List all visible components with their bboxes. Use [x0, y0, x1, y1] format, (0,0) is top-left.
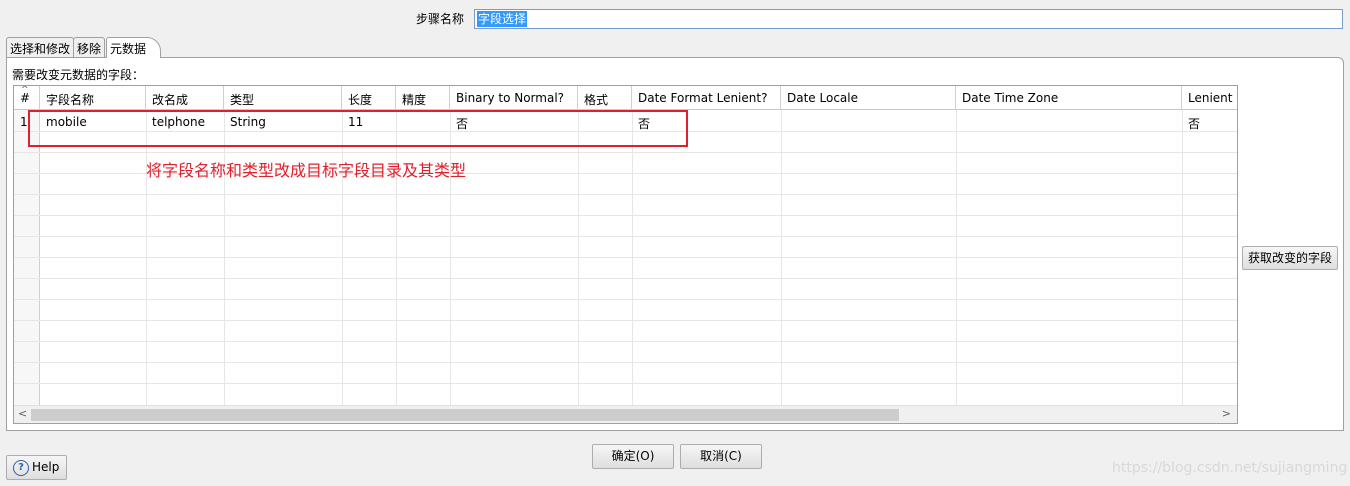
tab-remove[interactable]: 移除: [73, 37, 106, 57]
step-name-label: 步骤名称: [416, 12, 465, 26]
get-changed-fields-button[interactable]: 获取改变的字段: [1242, 246, 1338, 270]
cell-lenient2[interactable]: 否: [1188, 115, 1200, 132]
col-header-date-lenient[interactable]: Date Format Lenient?: [632, 86, 781, 110]
col-header-rename[interactable]: 改名成: [146, 86, 224, 110]
metadata-fields-label: 需要改变元数据的字段：: [12, 68, 145, 82]
col-header-lenient2[interactable]: Lenient r: [1182, 86, 1237, 110]
watermark: https://blog.csdn.net/sujiangming: [1112, 460, 1348, 476]
help-label: Help: [32, 460, 60, 474]
help-button[interactable]: ? Help: [6, 455, 67, 480]
col-header-precision[interactable]: 精度: [396, 86, 450, 110]
col-header-date-locale[interactable]: Date Locale: [781, 86, 956, 110]
sort-arrow-icon: ^: [21, 86, 29, 95]
col-header-type[interactable]: 类型: [224, 86, 342, 110]
horizontal-scrollbar[interactable]: < >: [14, 405, 1237, 423]
tab-select-modify[interactable]: 选择和修改: [6, 37, 75, 57]
annotation-highlight-box: [28, 110, 688, 147]
col-header-timezone[interactable]: Date Time Zone: [956, 86, 1182, 110]
scrollbar-thumb[interactable]: [31, 409, 899, 421]
step-name-value: 字段选择: [477, 11, 528, 27]
row-number: 1: [20, 115, 28, 129]
ok-button[interactable]: 确定(O): [592, 444, 674, 469]
col-header-index[interactable]: ^ #: [14, 86, 40, 110]
col-header-length[interactable]: 长度: [342, 86, 396, 110]
col-header-fieldname[interactable]: 字段名称: [40, 86, 146, 110]
col-header-binary[interactable]: Binary to Normal?: [450, 86, 578, 110]
scroll-right-icon[interactable]: >: [1222, 407, 1231, 420]
annotation-text: 将字段名称和类型改成目标字段目录及其类型: [146, 161, 467, 180]
tab-metadata[interactable]: 元数据: [106, 37, 162, 58]
step-name-input[interactable]: 字段选择: [474, 9, 1343, 29]
help-icon: ?: [13, 459, 29, 476]
scroll-left-icon[interactable]: <: [18, 407, 27, 420]
cancel-button[interactable]: 取消(C): [680, 444, 762, 469]
col-header-format[interactable]: 格式: [578, 86, 632, 110]
